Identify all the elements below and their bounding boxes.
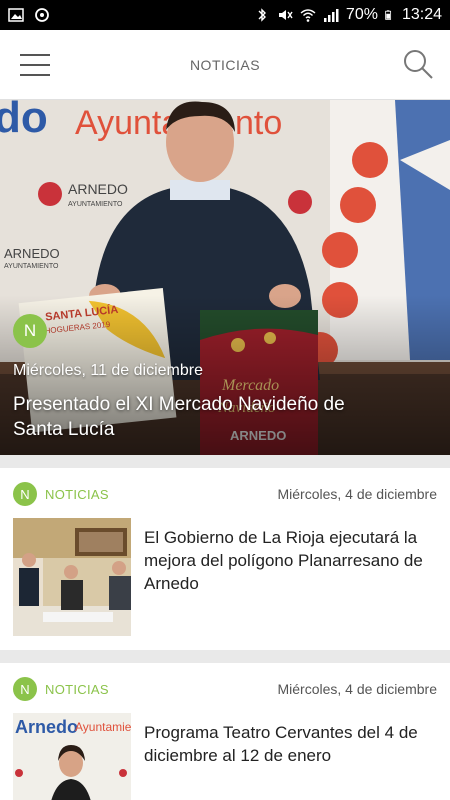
article-title[interactable]: Programa Teatro Cervantes del 4 de dicie…: [144, 721, 440, 767]
page-title: NOTICIAS: [189, 56, 261, 73]
battery-percent: 70%: [345, 6, 378, 23]
search-icon[interactable]: [402, 48, 434, 80]
thumb-text-2: Ayuntamie: [75, 720, 131, 734]
app-header: NOTICIAS: [0, 30, 450, 100]
article-title[interactable]: Presentado el XI Mercado Navideño de San…: [13, 392, 373, 442]
category-badge: N: [13, 314, 47, 348]
article-meta: N NOTICIAS Miércoles, 4 de diciembre: [13, 482, 437, 506]
thumb-text: Arnedo: [15, 717, 78, 737]
category-badge: N: [13, 482, 37, 506]
bluetooth-icon: [258, 8, 266, 22]
featured-article[interactable]: do Ayuntamiento ARNEDO AYUNTAMIENTO ARNE…: [0, 100, 450, 455]
wifi-icon: [300, 9, 316, 22]
status-time: 13:24: [401, 6, 442, 23]
article-date: Miércoles, 4 de diciembre: [277, 681, 437, 697]
category-label[interactable]: NOTICIAS: [45, 487, 109, 502]
signal-icon: [323, 9, 339, 22]
article-card[interactable]: N NOTICIAS Miércoles, 4 de diciembre El …: [0, 468, 450, 650]
status-bar: 70% 13:24: [0, 0, 450, 30]
mute-icon: [278, 10, 293, 20]
battery-icon: [385, 10, 391, 20]
article-meta: N NOTICIAS Miércoles, 4 de diciembre: [13, 677, 437, 701]
article-title[interactable]: El Gobierno de La Rioja ejecutará la mej…: [144, 526, 440, 595]
article-thumbnail[interactable]: [13, 518, 131, 636]
article-thumbnail[interactable]: Arnedo Ayuntamie: [13, 713, 131, 800]
category-label[interactable]: NOTICIAS: [45, 682, 109, 697]
hamburger-menu-icon[interactable]: [20, 54, 50, 76]
image-icon: [8, 8, 24, 22]
sync-icon: [35, 8, 49, 22]
category-badge: N: [13, 677, 37, 701]
article-date: Miércoles, 11 de diciembre: [13, 362, 204, 379]
article-card[interactable]: N NOTICIAS Miércoles, 4 de diciembre Arn…: [0, 663, 450, 800]
article-date: Miércoles, 4 de diciembre: [277, 486, 437, 502]
